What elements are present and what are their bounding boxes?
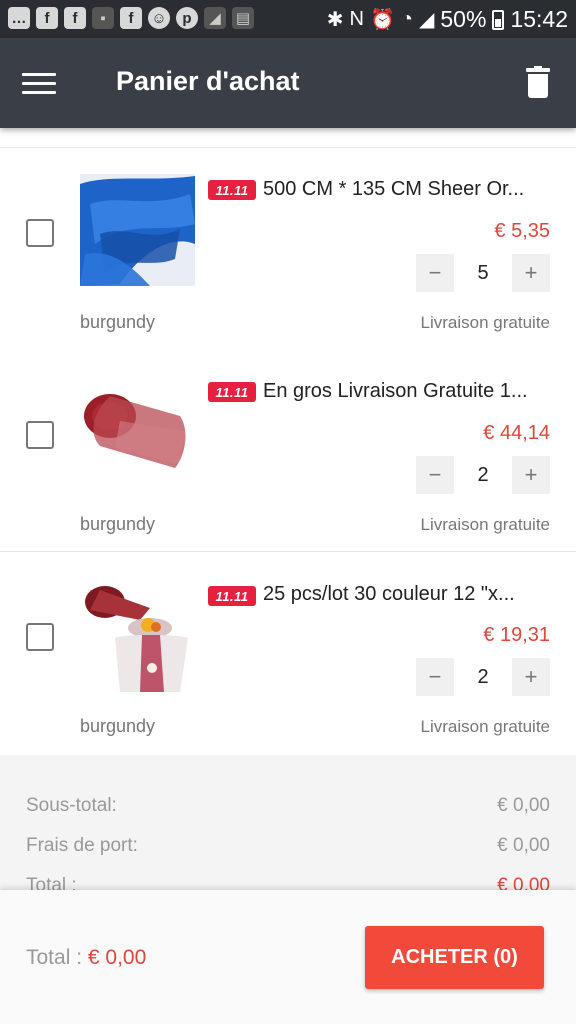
shipping-info: Livraison gratuite: [420, 515, 550, 534]
product-variant: burgundy: [80, 312, 156, 332]
promo-badge: 11.11: [208, 180, 256, 200]
bottom-total-label: Total :: [26, 946, 88, 969]
battery-icon: [492, 9, 505, 30]
facebook-icon: f: [120, 7, 142, 29]
quantity-value: 2: [454, 456, 512, 494]
product-price: € 19,31: [483, 624, 550, 646]
message-icon: …: [8, 7, 30, 29]
cart-item: 11.11 500 CM * 135 CM Sheer Or... € 5,35…: [0, 148, 576, 350]
increase-button[interactable]: +: [512, 456, 550, 494]
subtotal-label: Sous-total:: [26, 795, 117, 816]
promo-badge: 11.11: [208, 382, 256, 402]
wifi-icon: ◔: [400, 8, 413, 30]
notification-icons: … f f ▪ f ☺ p ◢ ▤: [8, 7, 254, 29]
item-checkbox[interactable]: [26, 421, 54, 449]
product-title[interactable]: 500 CM * 135 CM Sheer Or...: [263, 178, 553, 201]
news-icon: ▤: [232, 7, 254, 29]
decrease-button[interactable]: −: [416, 658, 454, 696]
total-value: € 0,00: [497, 875, 550, 890]
facebook-icon: f: [64, 7, 86, 29]
quantity-stepper: − 5 +: [416, 254, 550, 292]
shipping-info: Livraison gratuite: [420, 313, 550, 332]
item-checkbox[interactable]: [26, 623, 54, 651]
quantity-stepper: − 2 +: [416, 456, 550, 494]
clock: 15:42: [510, 6, 568, 32]
nfc-icon: N: [349, 8, 364, 30]
order-summary: Sous-total: € 0,00 Frais de port: € 0,00…: [0, 755, 576, 890]
photo-icon: ◢: [204, 7, 226, 29]
app-bar: Panier d'achat: [0, 38, 576, 128]
emoji-icon: ☺: [148, 7, 170, 29]
quantity-stepper: − 2 +: [416, 658, 550, 696]
page-title: Panier d'achat: [116, 66, 300, 96]
product-variant: burgundy: [80, 514, 156, 534]
system-status: ✱ N ⏰ ◔ ◢ 50% 15:42: [327, 6, 568, 33]
signal-icon: ◢: [419, 9, 435, 31]
total-label: Total :: [26, 875, 77, 890]
facebook-icon: f: [36, 7, 58, 29]
status-bar: … f f ▪ f ☺ p ◢ ▤ ✱ N ⏰ ◔ ◢ 50% 15:42: [0, 0, 576, 38]
hamburger-menu-icon[interactable]: [22, 71, 56, 95]
shipping-info: Livraison gratuite: [420, 717, 550, 736]
decrease-button[interactable]: −: [416, 254, 454, 292]
battery-percentage: 50%: [440, 6, 487, 32]
product-image[interactable]: [80, 174, 195, 286]
increase-button[interactable]: +: [512, 254, 550, 292]
product-title[interactable]: 25 pcs/lot 30 couleur 12 "x...: [263, 583, 553, 606]
subtotal-value: € 0,00: [497, 795, 550, 816]
bluetooth-icon: ✱: [326, 9, 344, 31]
checkout-bar: Total : € 0,00 ACHETER (0): [0, 890, 576, 1024]
alarm-icon: ⏰: [370, 9, 395, 31]
product-variant: burgundy: [80, 716, 156, 736]
promo-badge: 11.11: [208, 586, 256, 606]
increase-button[interactable]: +: [512, 658, 550, 696]
product-image[interactable]: [80, 580, 195, 692]
cart-item: 11.11 En gros Livraison Gratuite 1... € …: [0, 350, 576, 552]
item-checkbox[interactable]: [26, 219, 54, 247]
pinterest-icon: p: [176, 7, 198, 29]
quantity-value: 5: [454, 254, 512, 292]
bottom-total: Total : € 0,00: [26, 946, 146, 970]
product-title[interactable]: En gros Livraison Gratuite 1...: [263, 380, 553, 403]
product-image[interactable]: [80, 376, 195, 488]
bottom-total-value: € 0,00: [87, 946, 147, 969]
trash-icon[interactable]: [526, 66, 550, 100]
image-icon: ▪: [92, 7, 114, 29]
buy-button[interactable]: ACHETER (0): [365, 926, 544, 989]
shipping-label: Frais de port:: [26, 835, 138, 856]
product-price: € 44,14: [483, 422, 550, 444]
quantity-value: 2: [454, 658, 512, 696]
product-price: € 5,35: [494, 220, 550, 242]
decrease-button[interactable]: −: [416, 456, 454, 494]
shipping-value: € 0,00: [497, 835, 550, 856]
cart-item: 11.11 25 pcs/lot 30 couleur 12 "x... € 1…: [0, 552, 576, 754]
